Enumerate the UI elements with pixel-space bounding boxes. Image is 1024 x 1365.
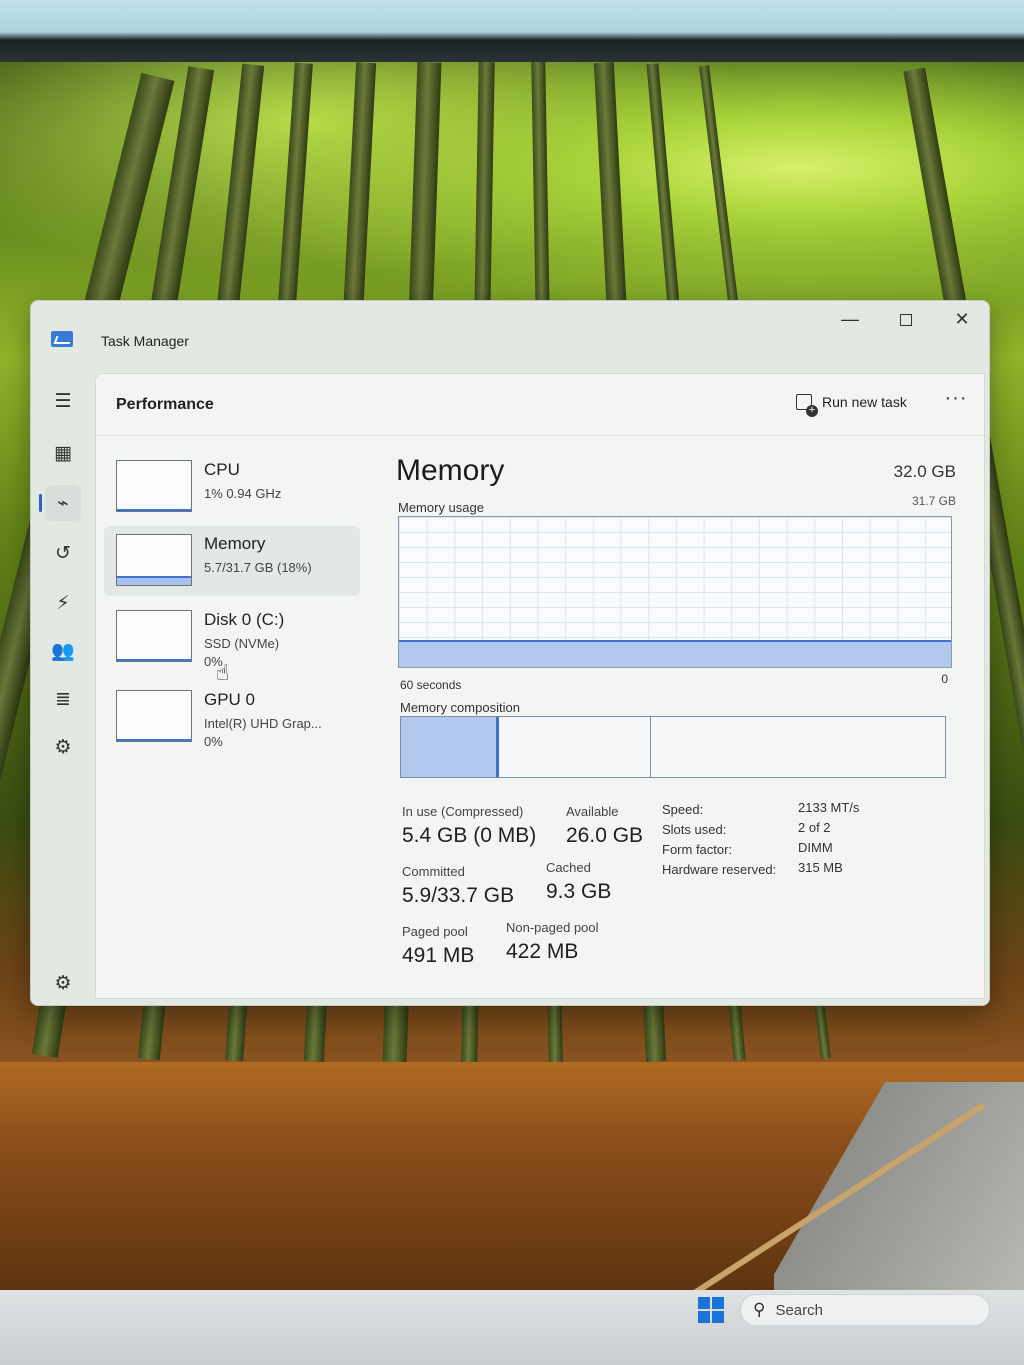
- graph-min-label: 0: [941, 672, 948, 686]
- run-new-task-label: Run new task: [822, 394, 907, 410]
- performance-icon[interactable]: ⌁: [39, 485, 81, 521]
- device-detail: 1% 0.94 GHz: [204, 486, 282, 501]
- services-icon[interactable]: ⚙: [45, 729, 81, 765]
- left-navigation: ☰ ▦ ⌁ ↺ ⚡ 👥 ≣ ⚙ ⚙: [31, 363, 95, 1005]
- title-bar[interactable]: Task Manager — ✕: [31, 301, 989, 363]
- slots-label: Slots used:: [662, 822, 727, 837]
- performance-panel: Performance Run new task ··· CPU 1% 0.94…: [95, 373, 985, 999]
- cached-value: 9.3 GB: [546, 880, 612, 903]
- task-manager-window: Task Manager — ✕ ☰ ▦ ⌁ ↺ ⚡ 👥 ≣ ⚙ ⚙ Perfo…: [30, 300, 990, 1006]
- hardware-reserved-value: 315 MB: [798, 860, 843, 875]
- committed-value: 5.9/33.7 GB: [402, 884, 515, 907]
- disk-thumbnail-graph: [116, 610, 192, 662]
- graph-time-label: 60 seconds: [400, 678, 462, 692]
- task-manager-app-icon: [51, 331, 73, 347]
- device-name: CPU: [204, 460, 240, 479]
- available-value: 26.0 GB: [566, 824, 644, 847]
- close-button[interactable]: ✕: [939, 305, 985, 333]
- settings-icon[interactable]: ⚙: [45, 965, 81, 1001]
- maximize-button[interactable]: [883, 305, 929, 333]
- menu-icon[interactable]: ☰: [45, 383, 81, 419]
- graph-max-label: 31.7 GB: [911, 494, 956, 508]
- more-options-button[interactable]: ···: [940, 386, 972, 418]
- cached-label: Cached: [546, 860, 591, 875]
- hand-cursor-icon: ☝: [216, 660, 230, 685]
- processes-icon[interactable]: ▦: [45, 435, 81, 471]
- in-use-value: 5.4 GB (0 MB): [402, 824, 537, 847]
- hardware-reserved-label: Hardware reserved:: [662, 862, 777, 877]
- device-disk[interactable]: Disk 0 (C:) SSD (NVMe) 0%: [104, 602, 360, 672]
- app-history-icon[interactable]: ↺: [45, 535, 81, 571]
- paged-pool-value: 491 MB: [402, 944, 475, 967]
- composition-modified: [499, 717, 652, 777]
- slots-value: 2 of 2: [798, 820, 831, 835]
- gpu-thumbnail-graph: [116, 690, 192, 742]
- form-factor-label: Form factor:: [662, 842, 733, 857]
- non-paged-pool-label: Non-paged pool: [506, 920, 599, 935]
- details-icon[interactable]: ≣: [45, 681, 81, 717]
- window-title: Task Manager: [101, 333, 189, 349]
- composition-label: Memory composition: [400, 700, 520, 715]
- device-detail: Intel(R) UHD Grap...: [204, 716, 322, 731]
- detail-title: Memory: [396, 454, 505, 487]
- cpu-thumbnail-graph: [116, 460, 192, 512]
- run-task-icon: [796, 394, 818, 417]
- windows-start-icon[interactable]: [698, 1297, 724, 1323]
- memory-thumbnail-graph: [116, 534, 192, 586]
- taskbar-search[interactable]: ⚲ Search: [740, 1294, 990, 1326]
- search-icon: ⚲: [753, 1300, 766, 1319]
- search-placeholder: Search: [775, 1301, 823, 1319]
- device-name: Disk 0 (C:): [204, 610, 285, 629]
- in-use-label: In use (Compressed): [402, 804, 524, 819]
- memory-composition-bar: [400, 716, 946, 778]
- device-detail: SSD (NVMe): [204, 636, 280, 651]
- monitor-bezel: [0, 0, 1024, 62]
- device-name: GPU 0: [204, 690, 256, 709]
- panel-header: Performance Run new task ···: [96, 374, 984, 436]
- device-cpu[interactable]: CPU 1% 0.94 GHz: [104, 452, 360, 522]
- memory-usage-fill: [399, 640, 951, 667]
- maximize-icon: [900, 314, 912, 327]
- composition-in-use: [401, 717, 499, 777]
- device-gpu[interactable]: GPU 0 Intel(R) UHD Grap... 0%: [104, 682, 360, 752]
- page-title: Performance: [116, 396, 214, 413]
- available-label: Available: [566, 804, 619, 819]
- memory-detail: Memory 32.0 GB Memory usage 31.7 GB 60 s…: [396, 450, 966, 990]
- committed-label: Committed: [402, 864, 465, 879]
- device-usage: 0%: [204, 734, 223, 749]
- speed-value: 2133 MT/s: [798, 800, 860, 815]
- run-new-task-button[interactable]: Run new task: [788, 386, 915, 418]
- startup-apps-icon[interactable]: ⚡: [45, 585, 81, 621]
- total-memory: 32.0 GB: [893, 462, 956, 481]
- paged-pool-label: Paged pool: [402, 924, 468, 939]
- non-paged-pool-value: 422 MB: [506, 940, 579, 963]
- memory-usage-graph: [398, 516, 952, 668]
- users-icon[interactable]: 👥: [45, 633, 81, 669]
- device-detail: 5.7/31.7 GB (18%): [204, 560, 312, 575]
- device-name: Memory: [204, 534, 266, 553]
- memory-usage-label: Memory usage: [398, 500, 484, 515]
- speed-label: Speed:: [662, 802, 704, 817]
- composition-standby: [651, 717, 945, 777]
- device-list: CPU 1% 0.94 GHz Memory 5.7/31.7 GB (18%)…: [104, 450, 364, 990]
- minimize-button[interactable]: —: [827, 305, 873, 333]
- device-memory[interactable]: Memory 5.7/31.7 GB (18%): [104, 526, 360, 596]
- form-factor-value: DIMM: [798, 840, 833, 855]
